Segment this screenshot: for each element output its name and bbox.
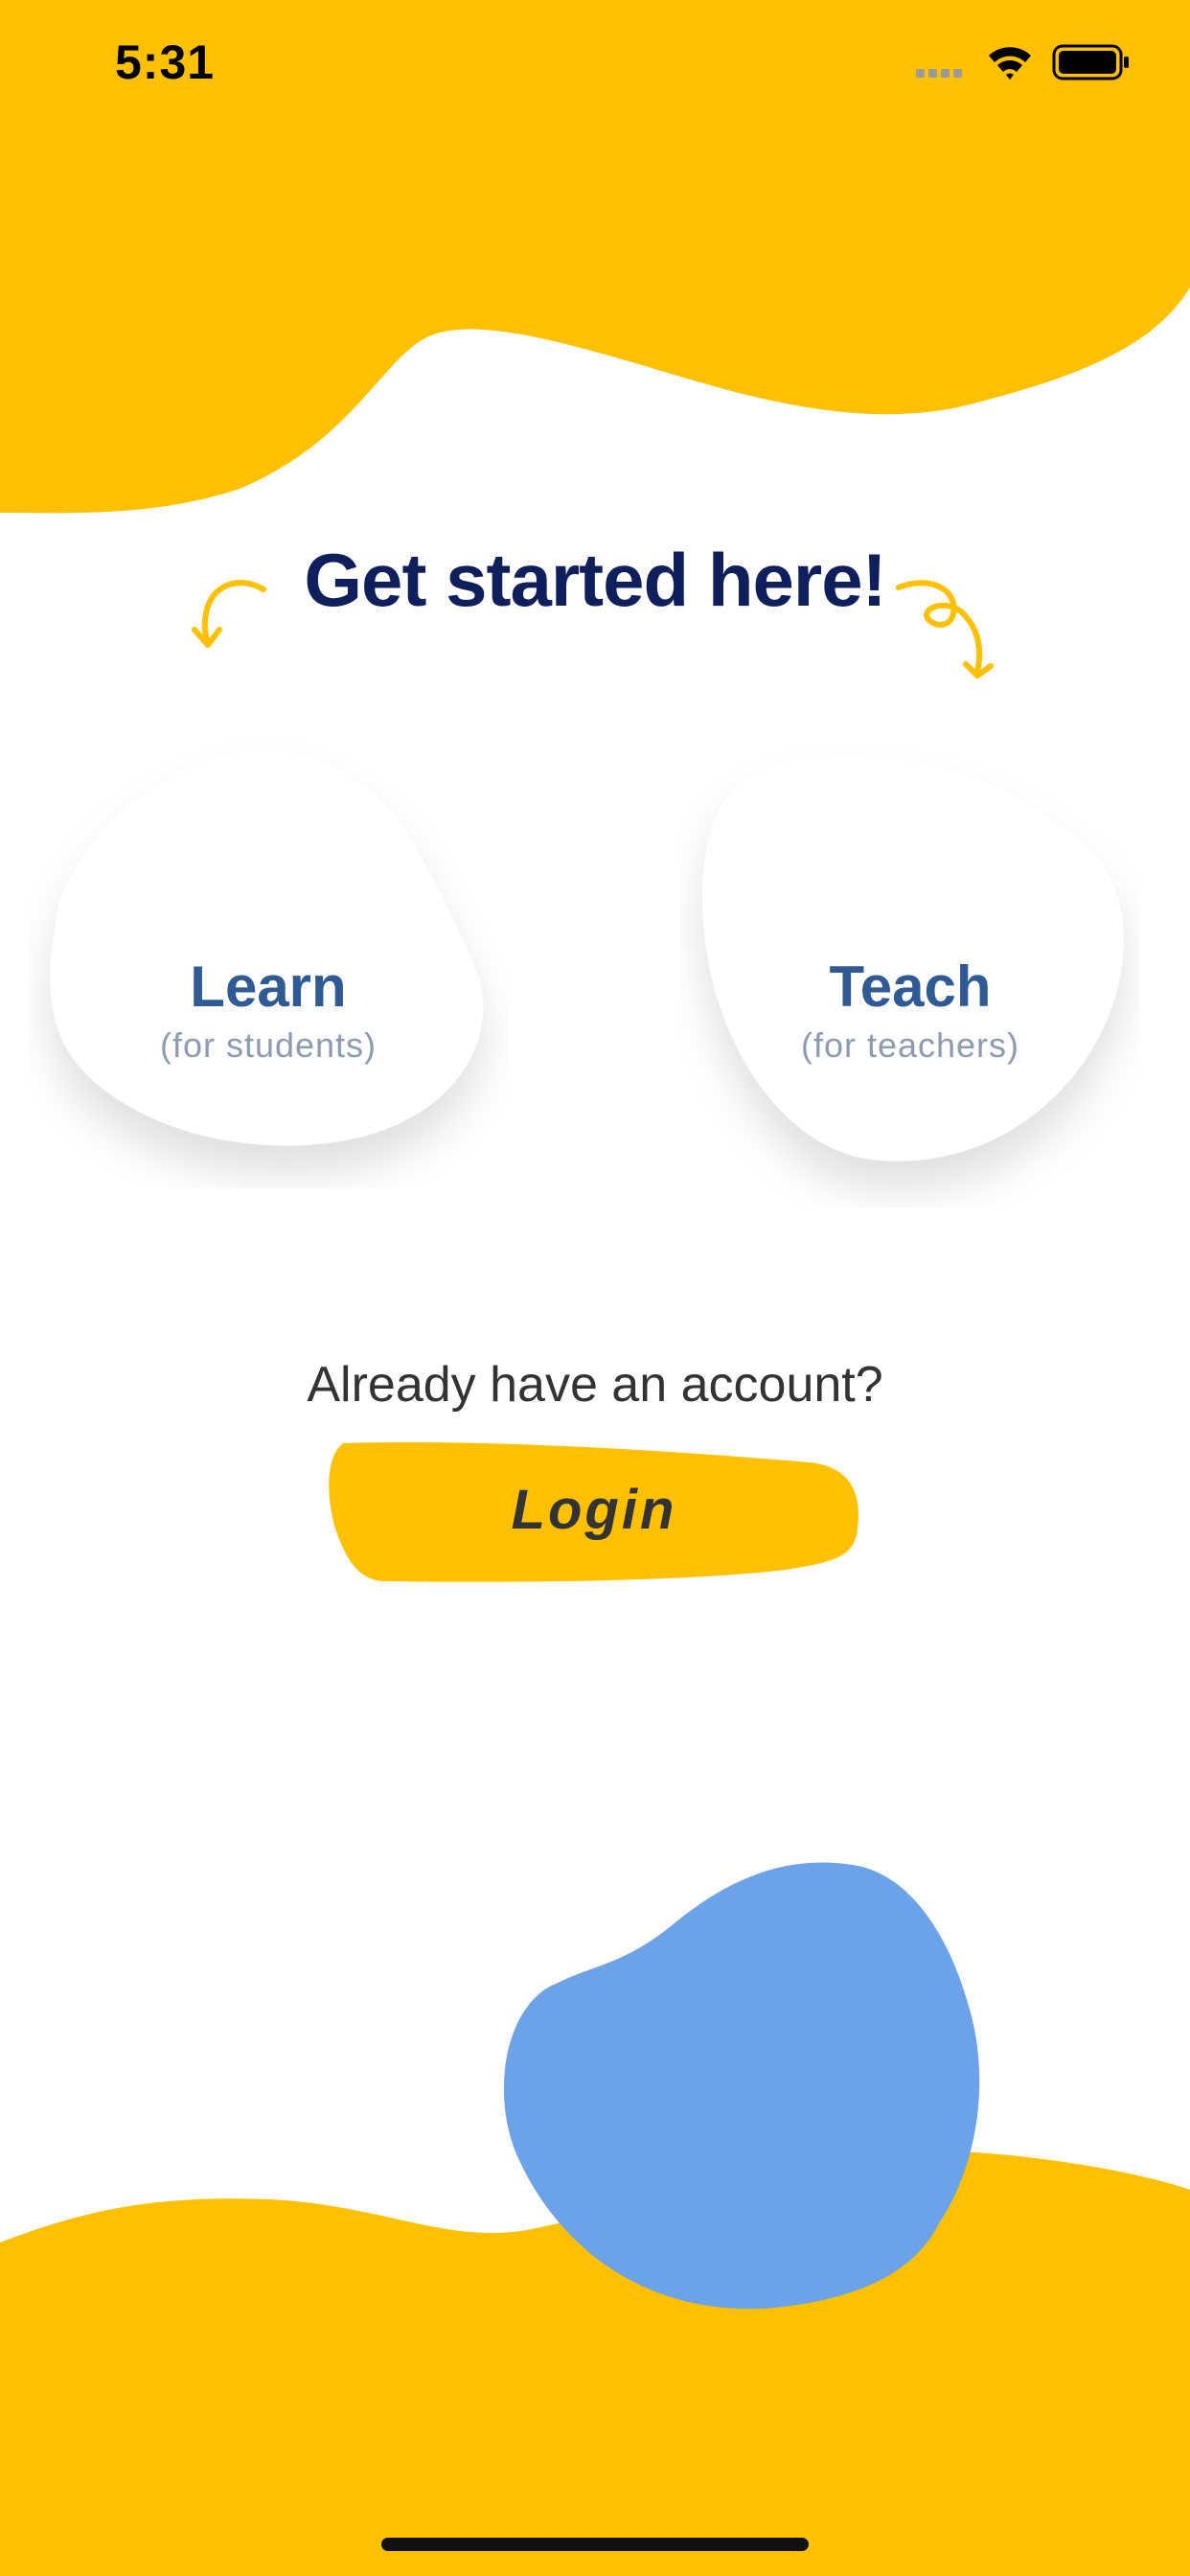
wifi-icon [989, 47, 1031, 80]
blue-blob-shape [503, 1862, 980, 2310]
teach-role-sublabel: (for teachers) [800, 1025, 1020, 1065]
page-title: Get started here! [304, 538, 886, 622]
get-started-screen: 5:31 Get started here! Learn (for studen… [0, 0, 1190, 2576]
teach-role-button[interactable]: Teach (for teachers) [680, 748, 1140, 1208]
learn-role-label: Learn [190, 954, 347, 1019]
status-time: 5:31 [115, 35, 216, 89]
teach-role-label: Teach [829, 954, 992, 1019]
login-button-label: Login [511, 1479, 677, 1541]
battery-icon [1052, 44, 1129, 80]
home-indicator[interactable] [381, 2538, 809, 2551]
signal-icon [916, 69, 962, 78]
learn-role-sublabel: (for students) [159, 1025, 378, 1065]
learn-role-button[interactable]: Learn (for students) [29, 738, 508, 1188]
status-icons [910, 40, 1140, 88]
login-button[interactable]: Login [326, 1438, 862, 1586]
account-prompt: Already have an account? [307, 1357, 883, 1413]
